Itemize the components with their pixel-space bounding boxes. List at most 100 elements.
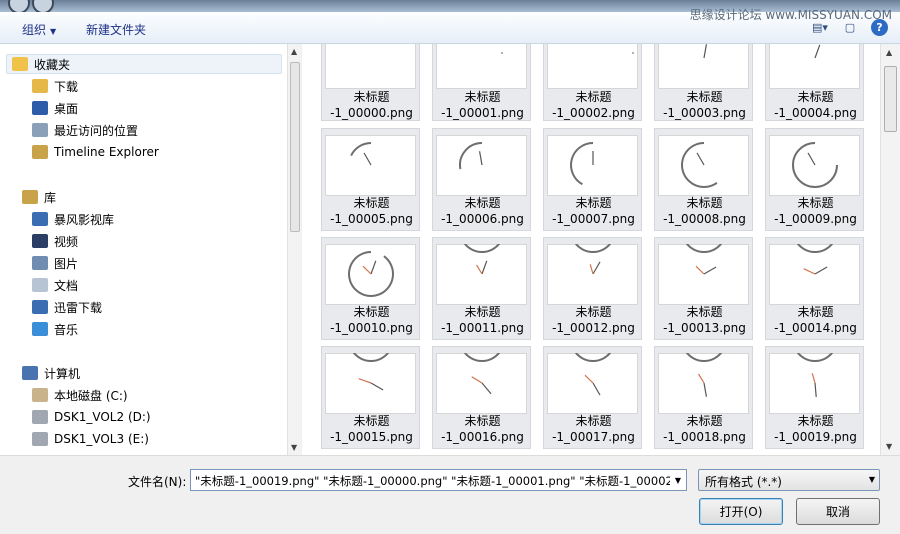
file-name-line1: 未标题 xyxy=(575,305,612,319)
nav-favorite-item-label: 下载 xyxy=(54,79,79,94)
clock-frame-icon xyxy=(501,52,503,54)
clock-frame-icon xyxy=(796,244,834,275)
open-button[interactable]: 打开(O) xyxy=(699,498,783,525)
nav-library-item[interactable]: 文档 xyxy=(32,275,78,295)
file-item[interactable]: 未标题 -1_00007.png xyxy=(543,128,642,231)
file-name-line2: -1_00012.png xyxy=(552,321,635,335)
nav-libraries-header-label: 库 xyxy=(44,190,57,205)
clock-frame-icon xyxy=(796,353,834,397)
nav-library-item[interactable]: 迅雷下载 xyxy=(32,297,102,317)
thumbnail-image xyxy=(436,353,527,414)
file-item[interactable]: 未标题 -1_00003.png xyxy=(654,44,753,121)
file-item[interactable]: 未标题 -1_00013.png xyxy=(654,237,753,340)
file-item[interactable]: 未标题 -1_00006.png xyxy=(432,128,531,231)
file-item[interactable]: 未标题 -1_00018.png xyxy=(654,346,753,449)
file-name-line2: -1_00009.png xyxy=(774,212,857,226)
file-item[interactable]: 未标题 -1_00017.png xyxy=(543,346,642,449)
file-name-line1: 未标题 xyxy=(353,196,390,210)
clock-frame-icon xyxy=(463,244,501,275)
item-icon xyxy=(32,101,48,115)
clock-frame-icon xyxy=(814,44,821,59)
file-name-line1: 未标题 xyxy=(686,414,723,428)
content-scroll-thumb[interactable] xyxy=(884,66,897,132)
filename-input[interactable]: "未标题-1_00019.png" "未标题-1_00000.png" "未标题… xyxy=(190,469,687,491)
nav-computer-header[interactable]: 计算机 xyxy=(22,363,80,383)
file-name-line2: -1_00014.png xyxy=(774,321,857,335)
item-icon xyxy=(32,300,48,314)
clock-frame-icon xyxy=(574,244,612,275)
cancel-button[interactable]: 取消 xyxy=(796,498,880,525)
nav-scrollbar[interactable]: ▲ ▼ xyxy=(287,44,301,455)
file-item[interactable]: 未标题 -1_00009.png xyxy=(765,128,864,231)
chevron-down-icon: ▼ xyxy=(868,475,875,484)
file-item[interactable]: 未标题 -1_00011.png xyxy=(432,237,531,340)
nav-drive-item[interactable]: DSK1_VOL2 (D:) xyxy=(32,407,151,427)
nav-libraries-header[interactable]: 库 xyxy=(22,187,56,207)
file-item[interactable]: 未标题 -1_00005.png xyxy=(321,128,420,231)
scroll-down-icon[interactable]: ▼ xyxy=(291,443,297,452)
file-name-line1: 未标题 xyxy=(797,305,834,319)
file-name-line2: -1_00016.png xyxy=(441,430,524,444)
file-name-line1: 未标题 xyxy=(464,305,501,319)
thumbnail-image xyxy=(769,135,860,196)
file-item[interactable]: 未标题 -1_00016.png xyxy=(432,346,531,449)
new-folder-button[interactable]: 新建文件夹 xyxy=(86,21,146,38)
nav-library-item-label: 音乐 xyxy=(54,322,79,337)
clock-frame-icon xyxy=(326,44,415,89)
filename-value: "未标题-1_00019.png" "未标题-1_00000.png" "未标题… xyxy=(195,474,687,488)
thumbnail-image xyxy=(769,44,860,89)
file-item[interactable]: 未标题 -1_00019.png xyxy=(765,346,864,449)
nav-library-item[interactable]: 暴风影视库 xyxy=(32,209,114,229)
nav-favorite-item[interactable]: 下载 xyxy=(32,76,78,96)
thumbnail-image xyxy=(769,244,860,305)
file-name-line2: -1_00010.png xyxy=(330,321,413,335)
nav-drive-item[interactable]: 本地磁盘 (C:) xyxy=(32,385,128,405)
organize-button[interactable]: 组织 ▼ xyxy=(22,21,56,38)
chevron-down-icon[interactable]: ▼ xyxy=(670,470,686,490)
nav-favorites-header[interactable]: 收藏夹 xyxy=(12,54,70,74)
scroll-up-icon[interactable]: ▲ xyxy=(886,48,892,57)
item-icon xyxy=(32,256,48,270)
file-name-line2: -1_00000.png xyxy=(330,106,413,120)
nav-favorite-item[interactable]: 桌面 xyxy=(32,98,78,118)
file-item[interactable]: 未标题 -1_00014.png xyxy=(765,237,864,340)
file-name-line1: 未标题 xyxy=(797,90,834,104)
file-item[interactable]: 未标题 -1_00001.png xyxy=(432,44,531,121)
file-name-line1: 未标题 xyxy=(686,196,723,210)
nav-library-item-label: 迅雷下载 xyxy=(54,300,103,315)
thumbnail-image xyxy=(547,135,638,196)
chevron-down-icon: ▼ xyxy=(50,27,57,36)
file-name-line1: 未标题 xyxy=(575,196,612,210)
nav-favorites-header-label: 收藏夹 xyxy=(34,57,71,72)
file-item[interactable]: 未标题 -1_00004.png xyxy=(765,44,864,121)
filetype-select[interactable]: 所有格式 (*.*) ▼ xyxy=(698,469,880,491)
content-scrollbar[interactable]: ▲ ▼ xyxy=(880,44,900,455)
clock-frame-icon xyxy=(703,44,708,59)
nav-drive-item-label: DSK1_VOL3 (E:) xyxy=(54,432,149,446)
header-item-icon xyxy=(12,57,28,71)
file-item[interactable]: 未标题 -1_00000.png xyxy=(321,44,420,121)
nav-scroll-thumb[interactable] xyxy=(290,62,300,232)
scroll-up-icon[interactable]: ▲ xyxy=(291,47,297,56)
nav-library-item[interactable]: 视频 xyxy=(32,231,78,251)
nav-drive-item-label: DSK1_VOL2 (D:) xyxy=(54,410,151,424)
nav-drive-item[interactable]: DSK1_VOL3 (E:) xyxy=(32,429,149,449)
scroll-down-icon[interactable]: ▼ xyxy=(886,442,892,451)
item-icon xyxy=(32,79,48,93)
nav-favorite-item[interactable]: 最近访问的位置 xyxy=(32,120,138,140)
file-name-line2: -1_00005.png xyxy=(330,212,413,226)
thumbnail-image xyxy=(547,353,638,414)
file-item[interactable]: 未标题 -1_00015.png xyxy=(321,346,420,449)
file-item[interactable]: 未标题 -1_00008.png xyxy=(654,128,753,231)
file-item[interactable]: 未标题 -1_00012.png xyxy=(543,237,642,340)
file-name-line2: -1_00006.png xyxy=(441,212,524,226)
nav-library-item[interactable]: 音乐 xyxy=(32,319,78,339)
thumbnail-image xyxy=(436,44,527,89)
file-item[interactable]: 未标题 -1_00010.png xyxy=(321,237,420,340)
nav-library-item[interactable]: 图片 xyxy=(32,253,78,273)
nav-favorite-item[interactable]: Timeline Explorer xyxy=(32,142,159,162)
thumbnail-image xyxy=(547,44,638,89)
file-item[interactable]: 未标题 -1_00002.png xyxy=(543,44,642,121)
file-name-line2: -1_00007.png xyxy=(552,212,635,226)
file-list: 未标题 -1_00000.png 未标题 -1_00001.png 未标题 -1_0000… xyxy=(302,44,880,455)
